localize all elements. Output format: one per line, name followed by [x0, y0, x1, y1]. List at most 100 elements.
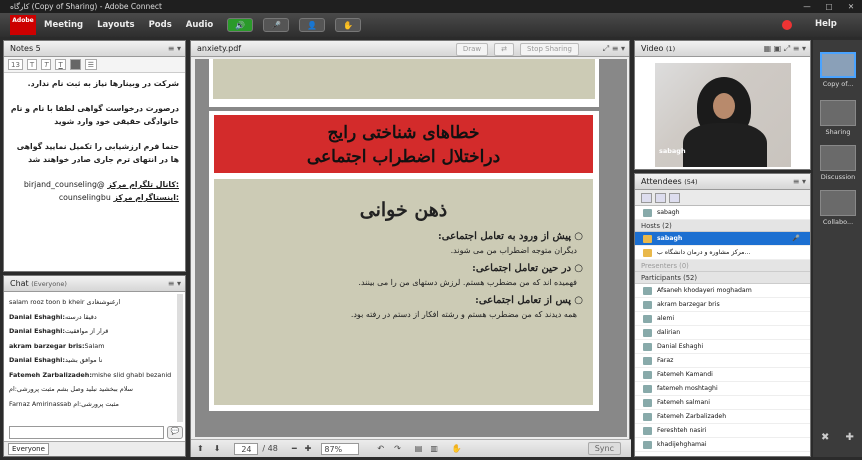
- list-button[interactable]: ☰: [84, 59, 98, 70]
- video-name-label: sabagh: [659, 147, 686, 155]
- video-header: Video (1) ▦ ▣ ⤢ ≡ ▾: [635, 41, 810, 57]
- draw-button[interactable]: Draw: [455, 43, 489, 56]
- attendee-row[interactable]: مرکز مشاوره و درمان دانشگاه ب...: [635, 246, 810, 260]
- menu-bar: Adobe Meeting Layouts Pods Audio 🔊 🎤 👤 ✋…: [0, 13, 862, 37]
- attendee-row[interactable]: Afsaneh khodayeri moghadam: [635, 284, 810, 298]
- attendee-row[interactable]: Fatemeh salmani: [635, 396, 810, 410]
- attendee-row[interactable]: alemi: [635, 312, 810, 326]
- redo-icon[interactable]: ↷: [394, 444, 401, 453]
- slide-body: ذهن خوانی پیش از ورود به تعامل اجتماعی: …: [214, 179, 593, 405]
- attendee-row[interactable]: akram barzegar bris: [635, 298, 810, 312]
- send-message-icon[interactable]: 💬: [167, 426, 183, 439]
- microphone-icon: 🎤: [792, 235, 800, 242]
- fit-width-icon[interactable]: ▥: [430, 444, 438, 453]
- notes-line: شرکت در وبینارها نیاز به ثبت نام ندارد.: [27, 79, 179, 88]
- menu-layouts[interactable]: Layouts: [97, 20, 134, 30]
- attendee-row[interactable]: fatemeh moshtaghi: [635, 382, 810, 396]
- font-size-select[interactable]: 13: [8, 59, 23, 70]
- document-view[interactable]: خطاهای شناختی رایج دراختلال اضطراب اجتماع…: [195, 59, 627, 437]
- add-layout-icon[interactable]: ✚: [846, 432, 854, 446]
- underline-button[interactable]: T: [55, 59, 66, 70]
- participants-group[interactable]: Participants (52): [635, 272, 810, 284]
- zoom-out-icon[interactable]: ━: [292, 444, 297, 453]
- sync-button[interactable]: Sync: [587, 442, 621, 455]
- user-status-icon[interactable]: [669, 192, 680, 203]
- maximize-icon[interactable]: □: [818, 0, 840, 13]
- zoom-in-icon[interactable]: ✚: [305, 444, 312, 453]
- chat-message: Farnaz Amirinassab مثبت پرورشی:ام: [9, 399, 119, 408]
- color-button[interactable]: [69, 59, 81, 70]
- attendee-row[interactable]: Faraz: [635, 354, 810, 368]
- chat-message: Danial Eshaghi:دقیقا درسته: [9, 312, 97, 321]
- stop-sharing-button[interactable]: Stop Sharing: [519, 43, 579, 56]
- layout-sharing[interactable]: Sharing: [820, 100, 856, 136]
- chat-message: Danial Eshaghi:نا موافق بشید: [9, 356, 103, 364]
- zoom-select[interactable]: 87%: [321, 442, 360, 455]
- undo-icon[interactable]: ↶: [377, 444, 384, 453]
- pod-menu-icon[interactable]: ▦ ▣ ⤢ ≡ ▾: [764, 41, 806, 57]
- presenters-group[interactable]: Presenters (0): [635, 260, 810, 272]
- pod-menu-icon[interactable]: ≡ ▾: [168, 41, 181, 57]
- attendee-row[interactable]: dalirian: [635, 326, 810, 340]
- slide-text: دیگران متوجه اضطراب من می شوند.: [450, 246, 577, 255]
- rail-tools: ✖ ✚: [813, 432, 862, 446]
- speaker-button[interactable]: 🔊: [227, 18, 254, 32]
- list-view-icon[interactable]: [641, 192, 652, 203]
- slide-text: همه دیدند که من مضطرب هستم و رشته افکار …: [350, 310, 577, 319]
- chat-pod: Chat (Everyone) ≡ ▾ salam rooz toon b khe…: [3, 275, 186, 457]
- notes-toolbar: 13 T T T ☰: [4, 57, 185, 73]
- chat-recipient-tab[interactable]: Everyone: [8, 443, 49, 455]
- attendee-row[interactable]: khadijehghamai: [635, 438, 810, 452]
- italic-button[interactable]: T: [41, 59, 52, 70]
- attendee-row[interactable]: Fatemeh Zarbalizadeh: [635, 410, 810, 424]
- page-down-icon[interactable]: ⬇: [214, 444, 221, 453]
- page-up-icon[interactable]: ⬆: [197, 444, 204, 453]
- settings-icon[interactable]: ✖: [821, 432, 829, 446]
- pod-menu-icon[interactable]: ≡ ▾: [793, 174, 806, 190]
- record-indicator-icon[interactable]: [782, 20, 792, 30]
- chat-input[interactable]: [9, 426, 164, 439]
- adobe-logo: Adobe: [10, 15, 36, 35]
- attendee-row[interactable]: Danial Eshaghi: [635, 340, 810, 354]
- slide-bullet: پیش از ورود به تعامل اجتماعی:: [224, 231, 583, 242]
- chat-scrollbar[interactable]: [177, 294, 183, 422]
- notes-body[interactable]: شرکت در وبینارها نیاز به ثبت نام ندارد. …: [4, 73, 185, 208]
- hand-tool-icon[interactable]: ✋: [452, 444, 462, 453]
- layout-collaboration[interactable]: Collabo...: [820, 190, 856, 226]
- my-status-row[interactable]: sabagh: [635, 206, 810, 220]
- attendees-header: Attendees (54) ≡ ▾: [635, 174, 810, 190]
- layout-copy-of-sharing[interactable]: Copy of...: [820, 52, 856, 88]
- pod-menu-icon[interactable]: ⤢ ≡ ▾: [603, 41, 625, 57]
- fit-page-icon[interactable]: ▤: [415, 444, 423, 453]
- microphone-button[interactable]: 🎤: [263, 18, 290, 32]
- menu-pods[interactable]: Pods: [149, 20, 172, 30]
- pod-menu-icon[interactable]: ≡ ▾: [168, 276, 181, 292]
- hosts-group[interactable]: Hosts (2): [635, 220, 810, 232]
- status-button[interactable]: 👤: [299, 18, 326, 32]
- previous-slide: [209, 59, 599, 107]
- share-pod: anxiety.pdf Draw ⇄ Stop Sharing ⤢ ≡ ▾ خطاه…: [190, 40, 631, 457]
- chat-footer: Everyone: [4, 441, 185, 456]
- bold-button[interactable]: T: [26, 59, 38, 70]
- attendee-row[interactable]: sabagh 🎤: [635, 232, 810, 246]
- menu-meeting[interactable]: Meeting: [44, 20, 83, 30]
- attendees-pod: Attendees (54) ≡ ▾ sabagh Hosts (2) sabag…: [634, 173, 811, 457]
- chat-message: Fatemeh Zarbalizadeh:mishe slid ghabl be…: [9, 370, 172, 379]
- slide-bullet: در حین تعامل اجتماعی:: [224, 263, 583, 274]
- page-number-input[interactable]: 24: [234, 442, 259, 455]
- page-count: / 48: [262, 444, 278, 453]
- chat-header: Chat (Everyone) ≡ ▾: [4, 276, 185, 292]
- sync-toggle-icon[interactable]: ⇄: [494, 43, 514, 56]
- breakout-icon[interactable]: [655, 192, 666, 203]
- attendee-row[interactable]: Fereshteh nasiri: [635, 424, 810, 438]
- minimize-icon[interactable]: —: [796, 0, 818, 13]
- telegram-line: :کانال تلگرام مرکز @birjand_counseling: [23, 180, 179, 189]
- close-icon[interactable]: ✕: [840, 0, 862, 13]
- raise-hand-button[interactable]: ✋: [335, 18, 362, 32]
- menu-help[interactable]: Help: [815, 19, 837, 29]
- webcam-feed[interactable]: sabagh: [655, 63, 791, 167]
- layout-discussion[interactable]: Discussion: [820, 145, 856, 181]
- attendee-row[interactable]: Fatemeh Kamandi: [635, 368, 810, 382]
- menu-audio[interactable]: Audio: [186, 20, 213, 30]
- chat-message: salam rooz toon b kheir ارغنوشنغادی: [9, 298, 121, 306]
